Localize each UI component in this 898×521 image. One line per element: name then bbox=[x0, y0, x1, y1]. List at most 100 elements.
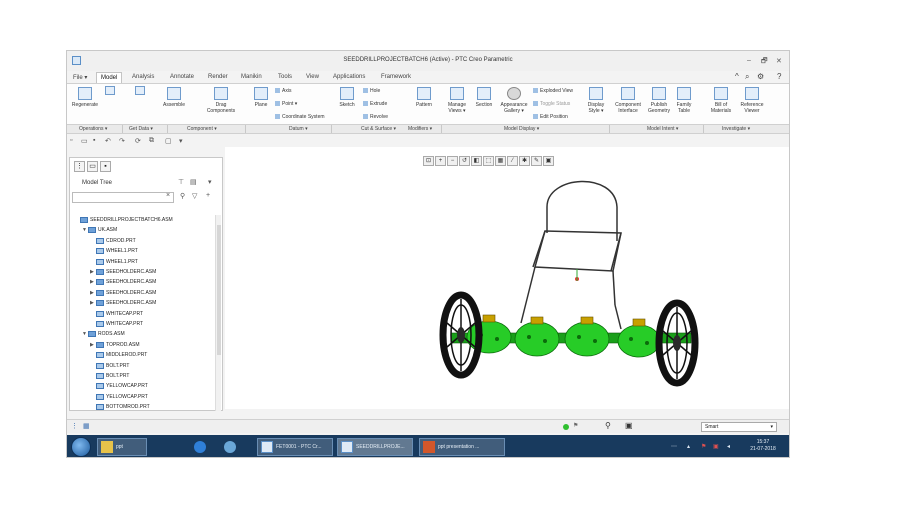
tree-scrollbar-thumb[interactable] bbox=[217, 225, 221, 355]
regenerate-small-icon[interactable]: ⟳ bbox=[135, 137, 141, 145]
open-folder-icon[interactable]: ▭ bbox=[81, 137, 88, 145]
tab-render[interactable]: Render bbox=[204, 72, 232, 83]
find-binoculars-icon[interactable]: ⚲ bbox=[180, 192, 185, 200]
tray-flag-icon[interactable]: ⚑ bbox=[701, 443, 706, 450]
help-icon[interactable]: ? bbox=[777, 72, 781, 81]
group-datum[interactable]: Datum ▾ bbox=[289, 126, 308, 132]
tray-volume-icon[interactable]: ◂ bbox=[727, 443, 730, 450]
tab-tools[interactable]: Tools bbox=[274, 72, 296, 83]
tree-node[interactable]: WHEEL1.PRT bbox=[90, 246, 138, 256]
search-icon[interactable]: ⌕ bbox=[745, 72, 749, 82]
component-interface-button[interactable]: Component Interface bbox=[612, 87, 644, 114]
restore-button[interactable]: 🗗 bbox=[761, 57, 768, 68]
tray-arrow-icon[interactable]: ▴ bbox=[687, 443, 690, 450]
tray-network-icon[interactable]: ▣ bbox=[713, 443, 719, 450]
drag-components-button[interactable]: Drag Components bbox=[203, 87, 239, 114]
group-investigate[interactable]: Investigate ▾ bbox=[722, 126, 750, 132]
tree-node[interactable]: ▼ RODS.ASM bbox=[82, 329, 125, 339]
coordinate-system-button[interactable]: Coordinate System bbox=[275, 114, 325, 120]
get-data-buttons[interactable] bbox=[103, 86, 117, 97]
tab-framework[interactable]: Framework bbox=[377, 72, 415, 83]
tree-node[interactable]: ▶ SEEDHOLDERC.ASM bbox=[90, 267, 156, 277]
display-style-button[interactable]: Display Style ▾ bbox=[585, 87, 607, 114]
tree-settings-icon[interactable]: ⊤ bbox=[178, 178, 184, 186]
tree-node[interactable]: ▶ TOPROD.ASM bbox=[90, 340, 140, 350]
tree-scrollbar[interactable] bbox=[215, 215, 221, 411]
group-cut-surface[interactable]: Cut & Surface ▾ bbox=[361, 126, 396, 132]
tree-node[interactable]: BOLT.PRT bbox=[90, 371, 129, 381]
folder-browser-tab-icon[interactable]: ▭ bbox=[87, 161, 98, 172]
tray-dots-icon[interactable]: ⋯ bbox=[671, 443, 677, 450]
hole-button[interactable]: Hole bbox=[363, 88, 380, 94]
find-icon[interactable]: ⚲ bbox=[605, 421, 611, 430]
regenerate-button[interactable]: Regenerate bbox=[71, 87, 99, 108]
customize-toolbar-icon[interactable]: ▾ bbox=[179, 137, 183, 145]
settings-icon[interactable]: ⚙ bbox=[757, 72, 764, 81]
new-file-icon[interactable]: ▫ bbox=[70, 137, 72, 144]
show-tree-icon[interactable]: ⋮ bbox=[71, 422, 78, 430]
tree-node[interactable]: BOLT.PRT bbox=[90, 361, 129, 371]
close-button[interactable]: ✕ bbox=[776, 57, 782, 65]
point-button[interactable]: Point ▾ bbox=[275, 101, 297, 107]
tree-node[interactable]: WHITECAP.PRT bbox=[90, 319, 143, 329]
tab-applications[interactable]: Applications bbox=[329, 72, 369, 83]
selection-filter-select[interactable]: Smart ▾ bbox=[701, 422, 777, 432]
start-button[interactable] bbox=[71, 437, 91, 457]
selected-items-icon[interactable]: ▣ bbox=[625, 421, 633, 430]
user-defined-feature-button[interactable] bbox=[133, 86, 147, 97]
close-window-icon[interactable]: ▢ bbox=[165, 137, 172, 145]
appearance-gallery-button[interactable]: Appearance Gallery ▾ bbox=[497, 87, 531, 114]
exploded-view-button[interactable]: Exploded View bbox=[533, 88, 573, 94]
tree-node[interactable]: ▶ SEEDHOLDERC.ASM bbox=[90, 298, 156, 308]
edit-position-button[interactable]: Edit Position bbox=[533, 114, 568, 120]
graphics-area[interactable]: ⊡ + − ↺ ◧ ⬚ ▦ ⁄ ✱ ✎ ▣ bbox=[225, 147, 789, 409]
taskbar-ie[interactable] bbox=[191, 438, 213, 456]
tree-node[interactable]: ▶ SEEDHOLDERC.ASM bbox=[90, 277, 156, 287]
tab-model[interactable]: Model bbox=[96, 72, 123, 83]
favorites-tab-icon[interactable]: ▪ bbox=[100, 161, 111, 172]
tree-search-input[interactable] bbox=[72, 192, 174, 203]
group-component[interactable]: Component ▾ bbox=[187, 126, 217, 132]
tree-show-icon[interactable]: ▤ bbox=[190, 178, 197, 186]
show-browser-icon[interactable]: ▦ bbox=[83, 422, 90, 430]
group-get-data[interactable]: Get Data ▾ bbox=[129, 126, 153, 132]
taskbar-creo-2[interactable]: SEEDDRILLPROJE... bbox=[337, 438, 413, 456]
tree-node[interactable]: ▶ SEEDHOLDERC.ASM bbox=[90, 288, 156, 298]
section-button[interactable]: Section bbox=[471, 87, 497, 108]
tree-node[interactable]: CDROD.PRT bbox=[90, 236, 136, 246]
revolve-button[interactable]: Revolve bbox=[363, 114, 388, 120]
manage-views-button[interactable]: Manage Views ▾ bbox=[443, 87, 471, 114]
add-icon[interactable]: + bbox=[206, 192, 210, 199]
tree-node[interactable]: YELLOWCAP.PRT bbox=[90, 381, 148, 391]
save-icon[interactable]: ▪ bbox=[93, 137, 95, 144]
clear-search-icon[interactable]: × bbox=[166, 192, 170, 199]
up-caret-icon[interactable]: ^ bbox=[735, 72, 739, 81]
tab-view[interactable]: View bbox=[302, 72, 323, 83]
model-tree-tab-icon[interactable]: ⋮ bbox=[74, 161, 85, 172]
windows-icon[interactable]: ⧉ bbox=[149, 137, 154, 145]
group-model-display[interactable]: Model Display ▾ bbox=[504, 126, 539, 132]
group-modifiers[interactable]: Modifiers ▾ bbox=[408, 126, 432, 132]
undo-icon[interactable]: ↶ bbox=[105, 137, 111, 145]
publish-geometry-button[interactable]: Publish Geometry bbox=[646, 87, 672, 114]
taskbar-app[interactable] bbox=[221, 438, 243, 456]
redo-icon[interactable]: ↷ bbox=[119, 137, 125, 145]
tree-columns-icon[interactable]: ▾ bbox=[208, 178, 212, 186]
tree-node[interactable]: YELLOWCAP.PRT bbox=[90, 392, 148, 402]
group-operations[interactable]: Operations ▾ bbox=[79, 126, 107, 132]
tree-node[interactable]: ▼ UK.ASM bbox=[82, 225, 117, 235]
filter-icon[interactable]: ▽ bbox=[192, 192, 197, 200]
tree-node[interactable]: BOTTOMROD.PRT bbox=[90, 402, 150, 411]
message-log-icon[interactable]: ⚑ bbox=[573, 422, 578, 429]
sketch-button[interactable]: Sketch bbox=[335, 87, 359, 108]
tab-file[interactable]: File ▾ bbox=[69, 72, 91, 83]
extrude-button[interactable]: Extrude bbox=[363, 101, 387, 107]
tree-node[interactable]: MIDDLEROD.PRT bbox=[90, 350, 147, 360]
minimize-button[interactable]: – bbox=[747, 57, 751, 64]
tree-node[interactable]: SEEDDRILLPROJECTBATCH6.ASM bbox=[74, 215, 173, 225]
tab-annotate[interactable]: Annotate bbox=[166, 72, 198, 83]
bill-of-materials-button[interactable]: Bill of Materials bbox=[709, 87, 733, 114]
reference-viewer-button[interactable]: Reference Viewer bbox=[737, 87, 767, 114]
tree-node[interactable]: WHITECAP.PRT bbox=[90, 309, 143, 319]
tab-analysis[interactable]: Analysis bbox=[128, 72, 158, 83]
